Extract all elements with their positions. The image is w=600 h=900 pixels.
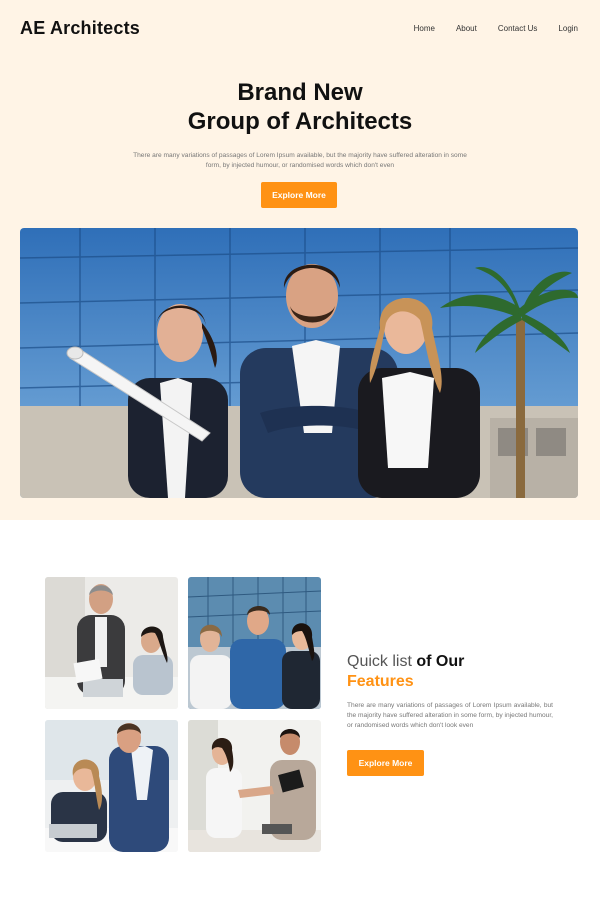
nav-login[interactable]: Login	[558, 24, 578, 33]
features-explore-button[interactable]: Explore More	[347, 750, 424, 776]
photo-team-glass-building	[188, 577, 321, 709]
hero-section: AE Architects Home About Contact Us Logi…	[0, 0, 600, 520]
nav-about[interactable]: About	[456, 24, 477, 33]
photo-office-discussion	[45, 577, 178, 709]
photo-handshake-meeting	[188, 720, 321, 852]
hero-subtitle: There are many variations of passages of…	[133, 152, 467, 169]
features-title-accent: Features	[347, 673, 414, 690]
brand-logo[interactable]: AE Architects	[20, 18, 140, 39]
hero-title-line1: Brand New	[237, 79, 363, 106]
hero-title: Brand New Group of Architects	[0, 78, 600, 136]
main-nav: Home About Contact Us Login	[414, 24, 578, 33]
nav-home[interactable]: Home	[414, 24, 435, 33]
features-title: Quick list of Our Features	[347, 652, 464, 692]
photo-laptop-collaboration	[45, 720, 178, 852]
hero-explore-button[interactable]: Explore More	[261, 182, 337, 208]
features-title-bold: of Our	[416, 653, 465, 670]
hero-title-line2: Group of Architects	[187, 108, 413, 135]
features-title-light: Quick list	[347, 653, 412, 670]
hero-team-photo	[20, 228, 578, 498]
nav-contact-us[interactable]: Contact Us	[498, 24, 538, 33]
features-description: There are many variations of passages of…	[347, 702, 553, 729]
